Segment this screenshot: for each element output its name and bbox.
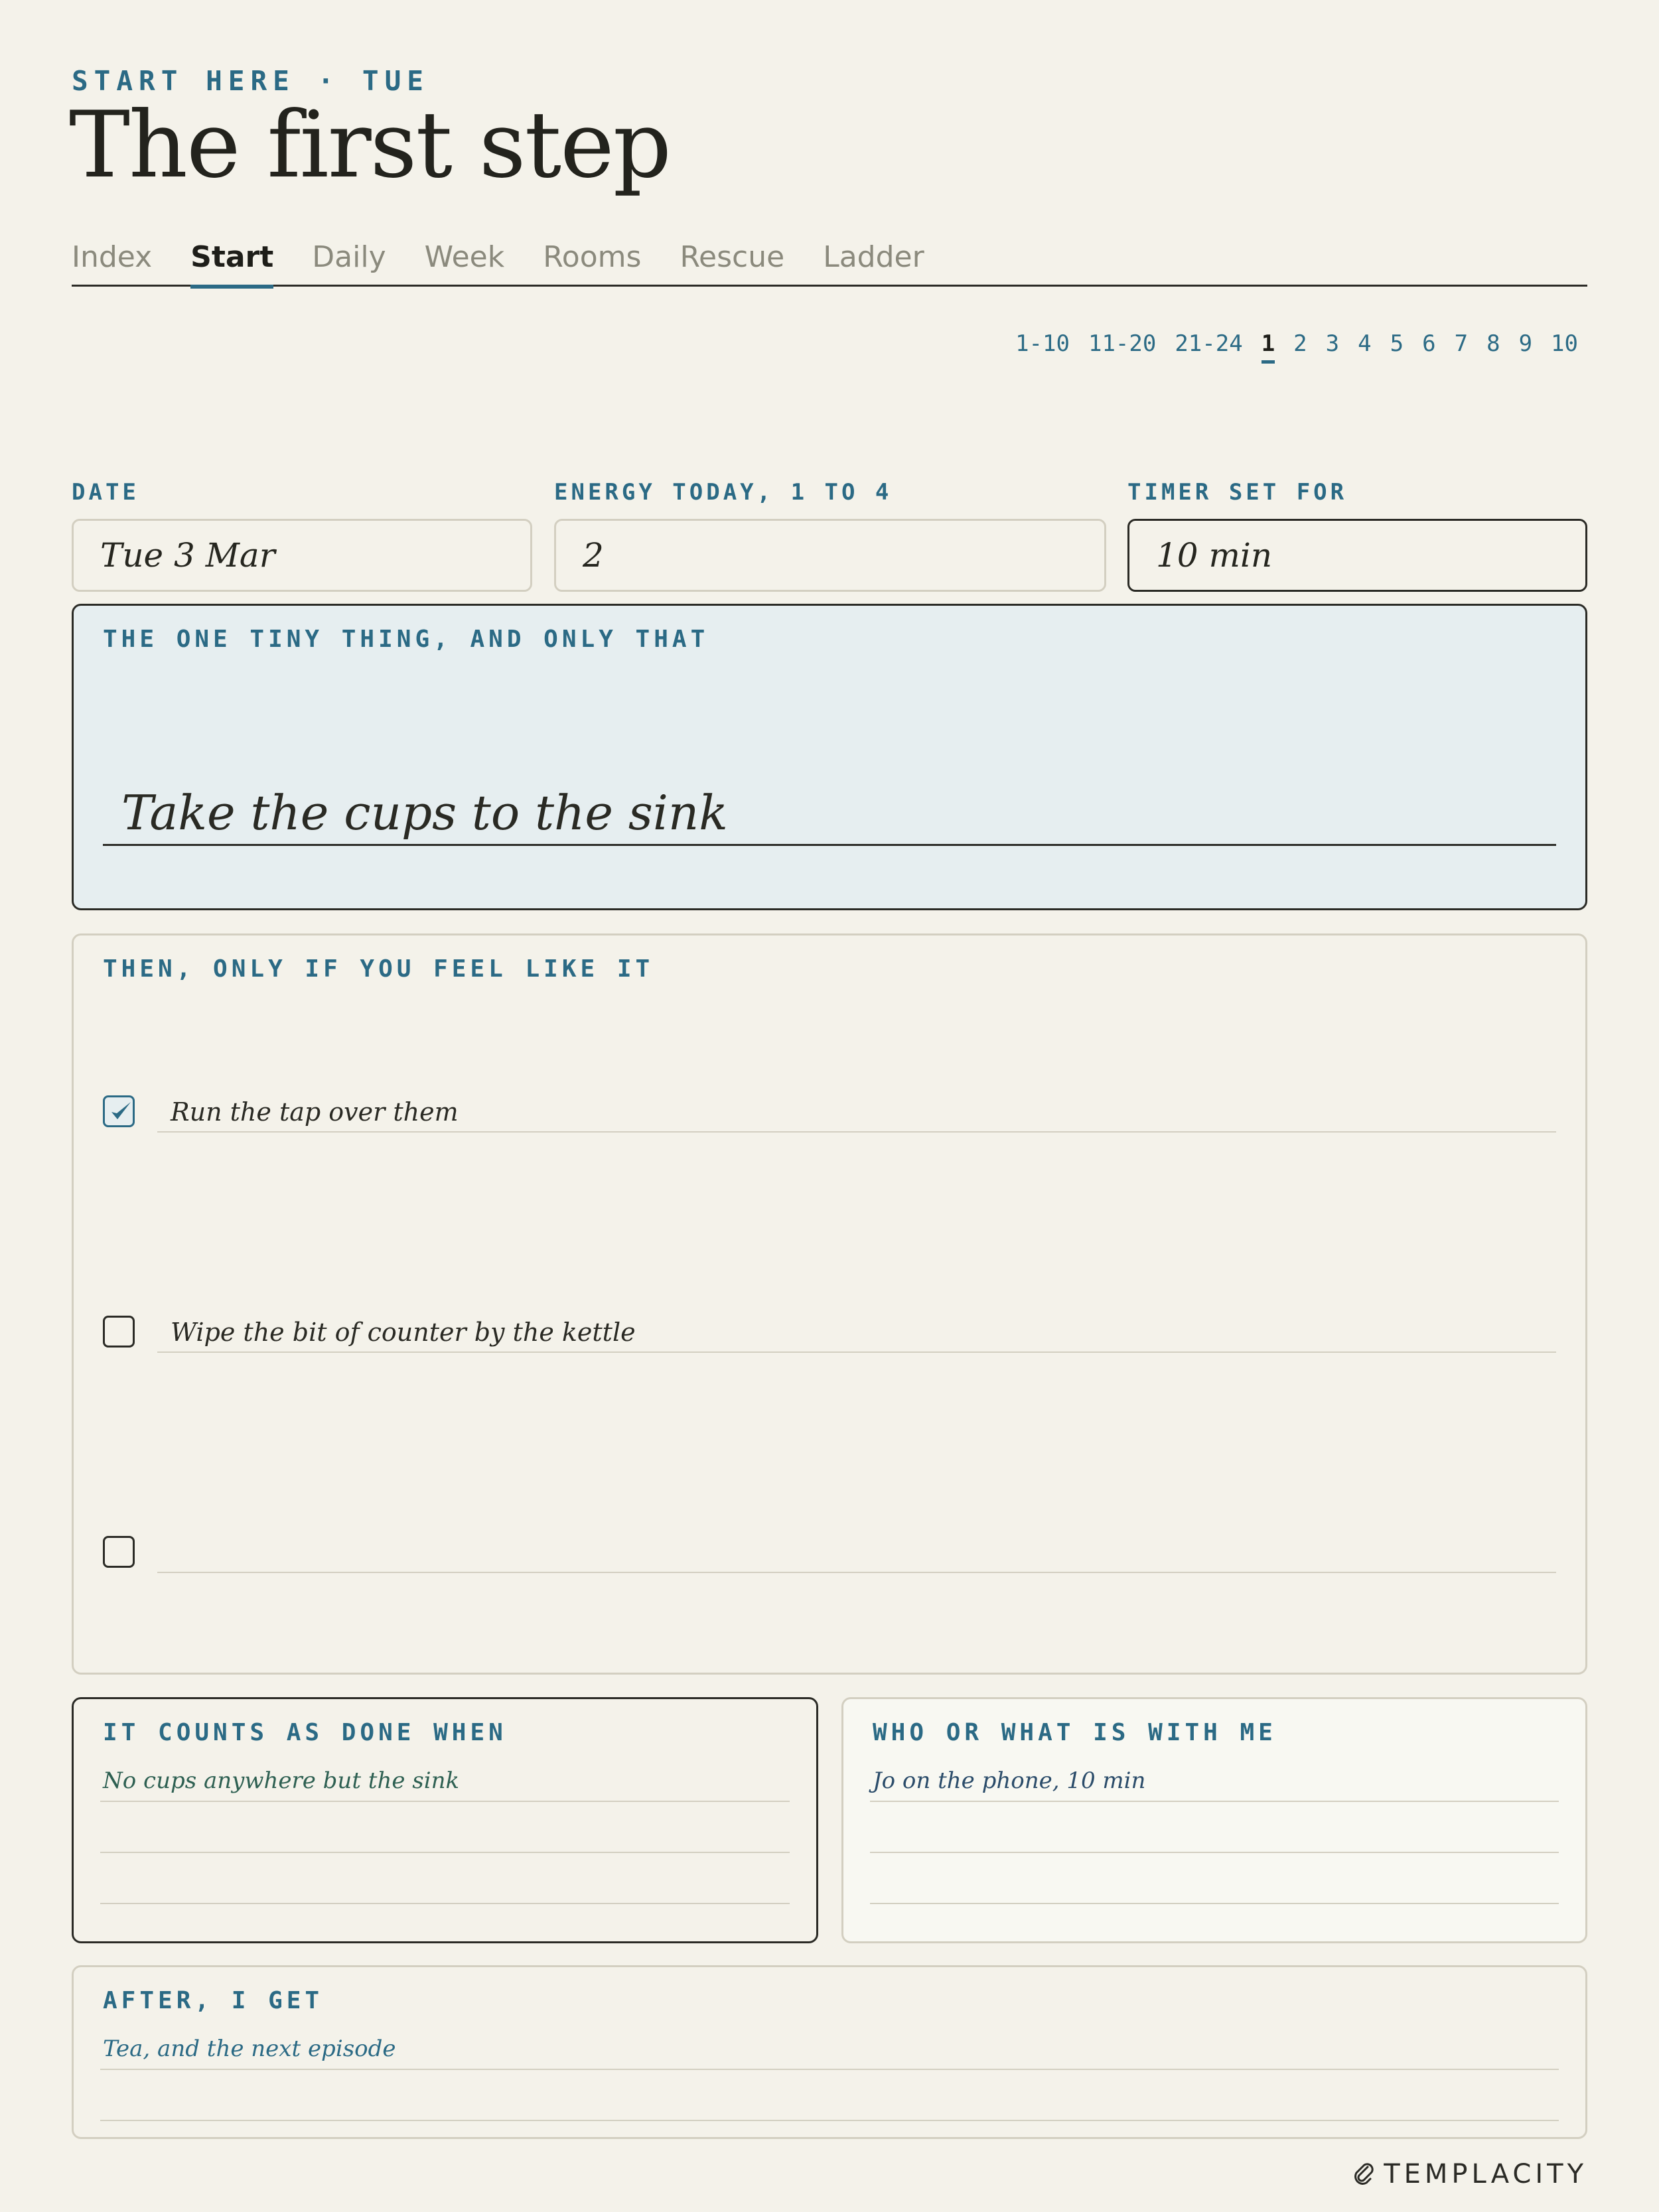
task-text[interactable]: Wipe the bit of counter by the kettle [157, 1312, 1556, 1353]
tab-rooms[interactable]: Rooms [543, 238, 641, 287]
brand-logo: TEMPLACITY [1352, 2159, 1587, 2189]
date-field[interactable]: Tue 3 Mar [72, 519, 532, 592]
with-me-entry[interactable]: Jo on the phone, 10 min [873, 1767, 1145, 1794]
task-checkbox[interactable] [103, 1316, 135, 1348]
done-when-entry[interactable]: No cups anywhere but the sink [103, 1767, 459, 1794]
optional-tasks-card: THEN, ONLY IF YOU FEEL LIKE IT Run the t… [72, 933, 1587, 1675]
pager-page-8[interactable]: 8 [1477, 326, 1509, 361]
pager-page-1[interactable]: 1 [1252, 326, 1284, 364]
pager-page-5[interactable]: 5 [1381, 326, 1413, 361]
tab-rescue[interactable]: Rescue [680, 238, 784, 287]
pager-page-2[interactable]: 2 [1284, 326, 1316, 361]
brand-name: TEMPLACITY [1384, 2159, 1587, 2189]
pager-page-10[interactable]: 10 [1542, 326, 1587, 361]
paperclip-icon [1354, 2163, 1374, 2185]
reward-label: AFTER, I GET [103, 1987, 324, 2014]
timer-label: TIMER SET FOR [1127, 479, 1348, 506]
writing-line [100, 1852, 790, 1853]
done-when-card: IT COUNTS AS DONE WHEN No cups anywhere … [72, 1697, 818, 1943]
page-pager: 1-10 11-20 21-24 1 2 3 4 5 6 7 8 9 10 [1006, 326, 1587, 364]
pager-range-11-20[interactable]: 11-20 [1079, 326, 1165, 361]
timer-field[interactable]: 10 min [1127, 519, 1587, 592]
energy-field[interactable]: 2 [554, 519, 1106, 592]
writing-line [100, 1801, 790, 1802]
with-me-label: WHO OR WHAT IS WITH ME [873, 1719, 1277, 1746]
writing-line [870, 1801, 1559, 1802]
tab-daily[interactable]: Daily [312, 238, 386, 287]
writing-line [870, 1852, 1559, 1853]
task-row: Wipe the bit of counter by the kettle [103, 1312, 1556, 1353]
done-when-label: IT COUNTS AS DONE WHEN [103, 1719, 507, 1746]
optional-tasks-label: THEN, ONLY IF YOU FEEL LIKE IT [103, 955, 654, 983]
task-text[interactable] [157, 1532, 1556, 1573]
pager-page-4[interactable]: 4 [1348, 326, 1380, 361]
pager-page-9[interactable]: 9 [1510, 326, 1542, 361]
date-label: DATE [72, 479, 139, 506]
tab-start[interactable]: Start [190, 238, 274, 289]
with-me-card: WHO OR WHAT IS WITH ME Jo on the phone, … [841, 1697, 1587, 1943]
writing-line [100, 1903, 790, 1904]
pager-page-7[interactable]: 7 [1445, 326, 1477, 361]
tab-week[interactable]: Week [425, 238, 505, 287]
writing-line [100, 2069, 1559, 2070]
writing-line [100, 2120, 1559, 2121]
writing-line [870, 1903, 1559, 1904]
task-checkbox-checked[interactable] [103, 1095, 135, 1127]
checkmark-icon [111, 1102, 131, 1119]
tab-ladder[interactable]: Ladder [823, 238, 924, 287]
one-tiny-thing-card: THE ONE TINY THING, AND ONLY THAT Take t… [72, 604, 1587, 910]
task-text[interactable]: Run the tap over them [157, 1091, 1556, 1133]
task-row [103, 1532, 1556, 1573]
task-checkbox[interactable] [103, 1536, 135, 1568]
pager-range-1-10[interactable]: 1-10 [1006, 326, 1079, 361]
one-tiny-thing-label: THE ONE TINY THING, AND ONLY THAT [103, 626, 709, 653]
reward-card: AFTER, I GET Tea, and the next episode [72, 1965, 1587, 2139]
task-row: Run the tap over them [103, 1091, 1556, 1133]
tab-bar: Index Start Daily Week Rooms Rescue Ladd… [72, 238, 1587, 289]
energy-label: ENERGY TODAY, 1 TO 4 [554, 479, 893, 506]
pager-page-6[interactable]: 6 [1413, 326, 1445, 361]
pager-page-3[interactable]: 3 [1317, 326, 1348, 361]
page-title: The first step [69, 92, 672, 198]
reward-entry[interactable]: Tea, and the next episode [103, 2036, 396, 2062]
pager-range-21-24[interactable]: 21-24 [1165, 326, 1252, 361]
tab-index[interactable]: Index [72, 238, 152, 287]
one-tiny-thing-input[interactable]: Take the cups to the sink [103, 780, 1556, 846]
